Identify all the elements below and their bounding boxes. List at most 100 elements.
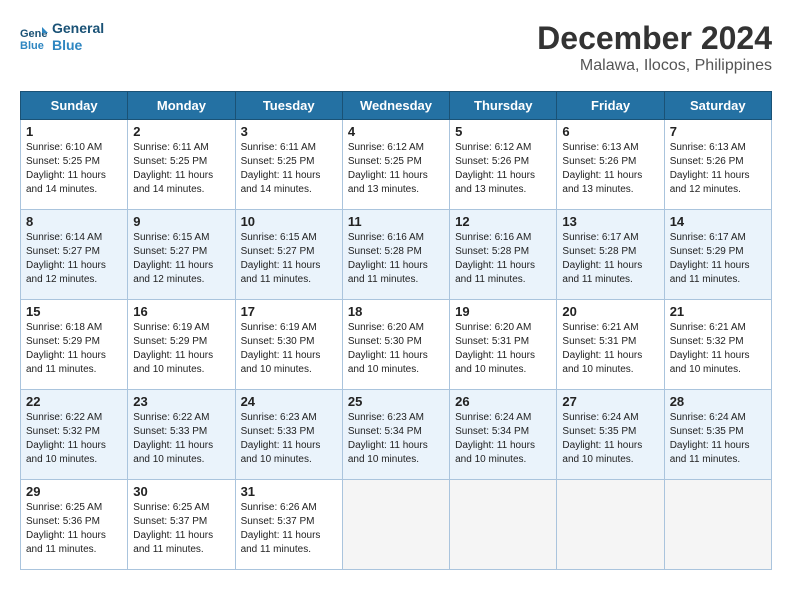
calendar-body: 1 Sunrise: 6:10 AM Sunset: 5:25 PM Daylig… [21,120,772,570]
calendar-day-header: Sunday [21,92,128,120]
calendar-cell: 29 Sunrise: 6:25 AM Sunset: 5:36 PM Dayli… [21,480,128,570]
calendar-cell: 20 Sunrise: 6:21 AM Sunset: 5:31 PM Dayli… [557,300,664,390]
day-number: 20 [562,304,658,319]
day-number: 4 [348,124,444,139]
day-info: Sunrise: 6:22 AM Sunset: 5:32 PM Dayligh… [26,411,122,467]
day-number: 22 [26,394,122,409]
calendar-cell: 18Sunrise: 6:20 AM Sunset: 5:30 PM Dayli… [342,300,449,390]
day-number: 19 [455,304,551,319]
calendar-day-header: Monday [128,92,235,120]
calendar-week-row: 1 Sunrise: 6:10 AM Sunset: 5:25 PM Daylig… [21,120,772,210]
day-number: 2 [133,124,229,139]
day-number: 15 [26,304,122,319]
calendar-cell: 15 Sunrise: 6:18 AM Sunset: 5:29 PM Dayli… [21,300,128,390]
day-number: 5 [455,124,551,139]
calendar-day-header: Wednesday [342,92,449,120]
calendar-cell: 14 Sunrise: 6:17 AM Sunset: 5:29 PM Dayli… [664,210,771,300]
calendar-cell: 26Sunrise: 6:24 AM Sunset: 5:34 PM Dayli… [450,390,557,480]
day-info: Sunrise: 6:17 AM Sunset: 5:28 PM Dayligh… [562,231,658,287]
calendar-cell: 16 Sunrise: 6:19 AM Sunset: 5:29 PM Dayli… [128,300,235,390]
calendar-cell: 28Sunrise: 6:24 AM Sunset: 5:35 PM Dayli… [664,390,771,480]
calendar-cell: 22 Sunrise: 6:22 AM Sunset: 5:32 PM Dayli… [21,390,128,480]
calendar-cell: 9 Sunrise: 6:15 AM Sunset: 5:27 PM Daylig… [128,210,235,300]
day-number: 26 [455,394,551,409]
day-info: Sunrise: 6:14 AM Sunset: 5:27 PM Dayligh… [26,231,122,287]
calendar-day-header: Tuesday [235,92,342,120]
calendar-header-row: SundayMondayTuesdayWednesdayThursdayFrid… [21,92,772,120]
day-number: 6 [562,124,658,139]
day-info: Sunrise: 6:25 AM Sunset: 5:36 PM Dayligh… [26,501,122,557]
day-info: Sunrise: 6:20 AM Sunset: 5:30 PM Dayligh… [348,321,444,377]
calendar-cell: 5 Sunrise: 6:12 AM Sunset: 5:26 PM Daylig… [450,120,557,210]
logo-general: General [52,20,104,37]
calendar-week-row: 29 Sunrise: 6:25 AM Sunset: 5:36 PM Dayli… [21,480,772,570]
calendar-cell: 17 Sunrise: 6:19 AM Sunset: 5:30 PM Dayli… [235,300,342,390]
calendar-cell: 11 Sunrise: 6:16 AM Sunset: 5:28 PM Dayli… [342,210,449,300]
calendar-table: SundayMondayTuesdayWednesdayThursdayFrid… [20,91,772,570]
day-info: Sunrise: 6:12 AM Sunset: 5:26 PM Dayligh… [455,141,551,197]
logo-blue: Blue [52,37,104,54]
calendar-cell: 10Sunrise: 6:15 AM Sunset: 5:27 PM Dayli… [235,210,342,300]
calendar-cell: 4 Sunrise: 6:12 AM Sunset: 5:25 PM Daylig… [342,120,449,210]
day-number: 17 [241,304,337,319]
calendar-cell: 19 Sunrise: 6:20 AM Sunset: 5:31 PM Dayli… [450,300,557,390]
calendar-day-header: Thursday [450,92,557,120]
month-title: December 2024 [537,20,772,57]
calendar-cell [664,480,771,570]
day-info: Sunrise: 6:25 AM Sunset: 5:37 PM Dayligh… [133,501,229,557]
calendar-day-header: Friday [557,92,664,120]
calendar-cell: 7 Sunrise: 6:13 AM Sunset: 5:26 PM Daylig… [664,120,771,210]
day-info: Sunrise: 6:15 AM Sunset: 5:27 PM Dayligh… [133,231,229,287]
day-info: Sunrise: 6:10 AM Sunset: 5:25 PM Dayligh… [26,141,122,197]
day-number: 31 [241,484,337,499]
day-info: Sunrise: 6:22 AM Sunset: 5:33 PM Dayligh… [133,411,229,467]
day-number: 1 [26,124,122,139]
calendar-cell: 1 Sunrise: 6:10 AM Sunset: 5:25 PM Daylig… [21,120,128,210]
day-info: Sunrise: 6:19 AM Sunset: 5:30 PM Dayligh… [241,321,337,377]
day-info: Sunrise: 6:24 AM Sunset: 5:35 PM Dayligh… [670,411,766,467]
day-info: Sunrise: 6:13 AM Sunset: 5:26 PM Dayligh… [670,141,766,197]
calendar-cell [450,480,557,570]
calendar-week-row: 22 Sunrise: 6:22 AM Sunset: 5:32 PM Dayli… [21,390,772,480]
calendar-cell: 6 Sunrise: 6:13 AM Sunset: 5:26 PM Daylig… [557,120,664,210]
day-info: Sunrise: 6:15 AM Sunset: 5:27 PM Dayligh… [241,231,337,287]
page-header: General Blue General Blue December 2024 … [20,20,772,75]
calendar-cell: 8 Sunrise: 6:14 AM Sunset: 5:27 PM Daylig… [21,210,128,300]
day-number: 24 [241,394,337,409]
title-block: December 2024 Malawa, Ilocos, Philippine… [537,20,772,75]
day-info: Sunrise: 6:18 AM Sunset: 5:29 PM Dayligh… [26,321,122,377]
day-info: Sunrise: 6:12 AM Sunset: 5:25 PM Dayligh… [348,141,444,197]
day-info: Sunrise: 6:24 AM Sunset: 5:35 PM Dayligh… [562,411,658,467]
day-info: Sunrise: 6:21 AM Sunset: 5:31 PM Dayligh… [562,321,658,377]
day-info: Sunrise: 6:19 AM Sunset: 5:29 PM Dayligh… [133,321,229,377]
day-number: 14 [670,214,766,229]
day-info: Sunrise: 6:17 AM Sunset: 5:29 PM Dayligh… [670,231,766,287]
calendar-cell: 21Sunrise: 6:21 AM Sunset: 5:32 PM Dayli… [664,300,771,390]
calendar-cell: 3 Sunrise: 6:11 AM Sunset: 5:25 PM Daylig… [235,120,342,210]
day-number: 16 [133,304,229,319]
day-info: Sunrise: 6:23 AM Sunset: 5:33 PM Dayligh… [241,411,337,467]
day-info: Sunrise: 6:11 AM Sunset: 5:25 PM Dayligh… [241,141,337,197]
calendar-cell [342,480,449,570]
day-number: 7 [670,124,766,139]
calendar-cell: 12Sunrise: 6:16 AM Sunset: 5:28 PM Dayli… [450,210,557,300]
day-number: 27 [562,394,658,409]
day-info: Sunrise: 6:20 AM Sunset: 5:31 PM Dayligh… [455,321,551,377]
day-info: Sunrise: 6:13 AM Sunset: 5:26 PM Dayligh… [562,141,658,197]
day-info: Sunrise: 6:16 AM Sunset: 5:28 PM Dayligh… [348,231,444,287]
logo: General Blue General Blue [20,20,104,54]
day-number: 29 [26,484,122,499]
calendar-cell: 30 Sunrise: 6:25 AM Sunset: 5:37 PM Dayli… [128,480,235,570]
day-number: 21 [670,304,766,319]
day-number: 9 [133,214,229,229]
calendar-cell: 13Sunrise: 6:17 AM Sunset: 5:28 PM Dayli… [557,210,664,300]
day-number: 30 [133,484,229,499]
calendar-cell [557,480,664,570]
calendar-week-row: 15 Sunrise: 6:18 AM Sunset: 5:29 PM Dayli… [21,300,772,390]
day-info: Sunrise: 6:23 AM Sunset: 5:34 PM Dayligh… [348,411,444,467]
day-number: 3 [241,124,337,139]
day-info: Sunrise: 6:26 AM Sunset: 5:37 PM Dayligh… [241,501,337,557]
day-number: 11 [348,214,444,229]
day-number: 8 [26,214,122,229]
day-info: Sunrise: 6:16 AM Sunset: 5:28 PM Dayligh… [455,231,551,287]
